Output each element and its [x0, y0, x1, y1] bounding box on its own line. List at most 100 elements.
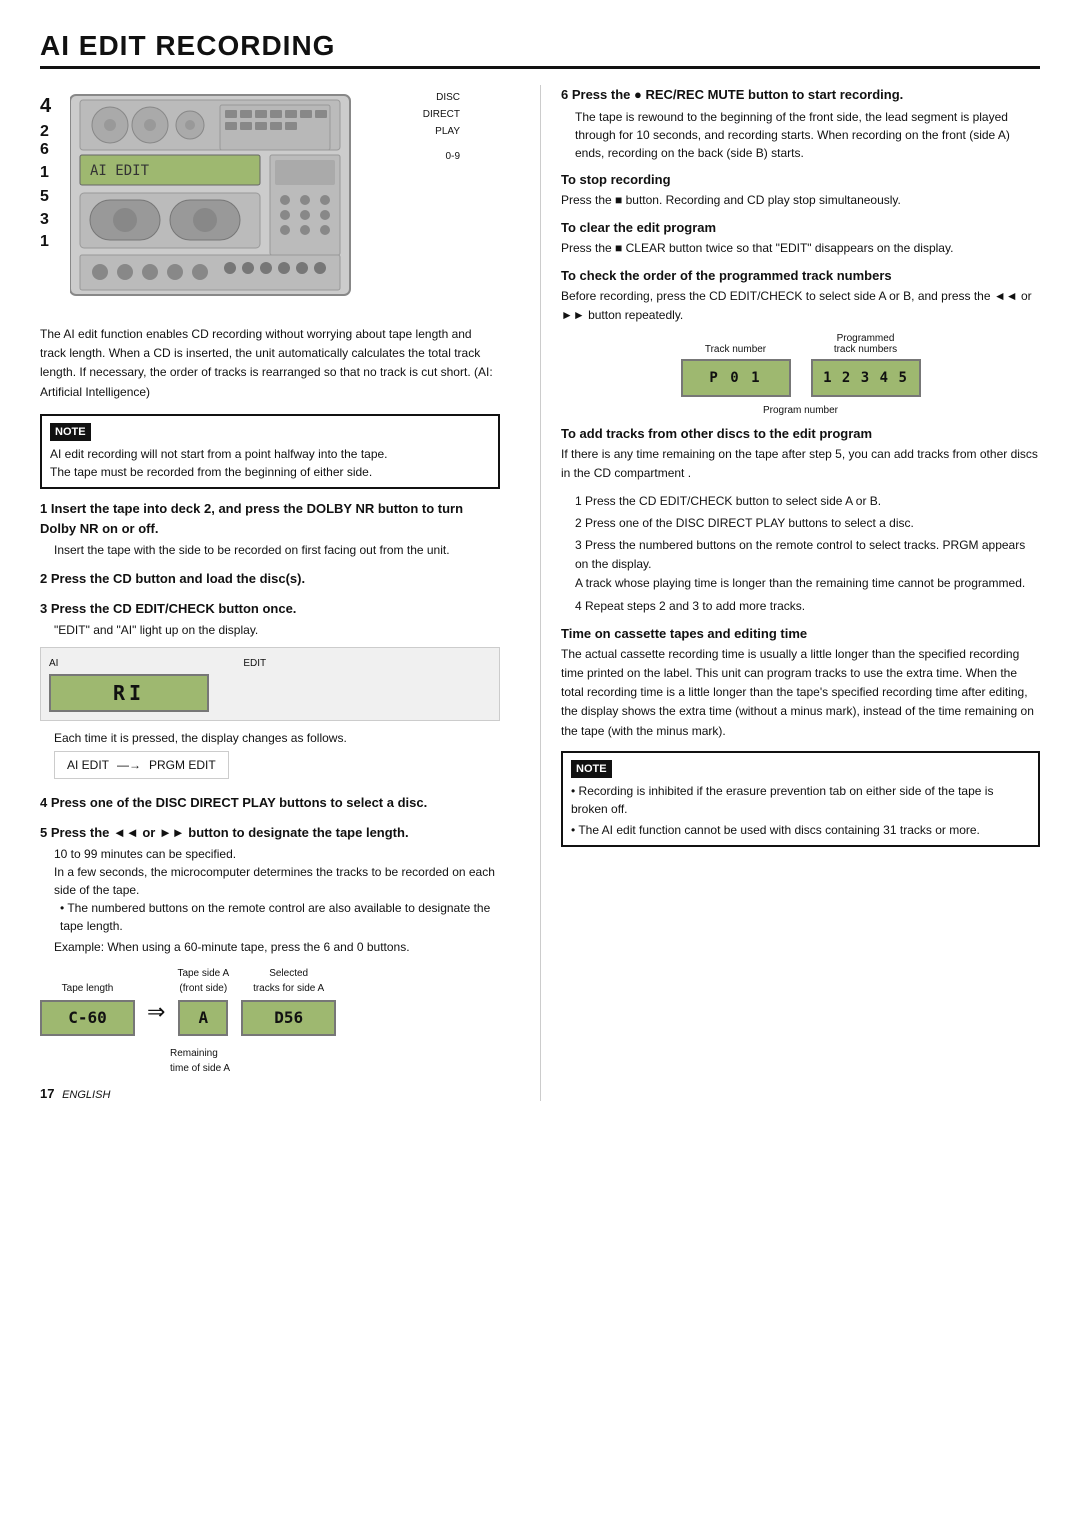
to-clear-body: Press the ■ CLEAR button twice so that "… — [561, 239, 1040, 258]
to-stop-body: Press the ■ button. Recording and CD pla… — [561, 191, 1040, 210]
tape-label-1: Tape length — [62, 981, 114, 996]
page-number: 17 — [40, 1086, 54, 1101]
tape-arrow: ⇒ — [147, 995, 165, 1028]
right-column: 6 Press the ● REC/REC MUTE button to sta… — [540, 85, 1040, 1101]
to-add-list: 1 Press the CD EDIT/CHECK button to sele… — [575, 492, 1040, 616]
step-1: 1 Insert the tape into deck 2, and press… — [40, 499, 500, 559]
prog-display-1: P 0 1 — [681, 359, 791, 397]
step-6: 6 Press the ● REC/REC MUTE button to sta… — [561, 85, 1040, 162]
label-disc: DISC — [423, 90, 460, 105]
left-column: 4 26 1 5 3 1 — [40, 85, 500, 1101]
prog-number-label: Program number — [561, 405, 1040, 416]
step-6-header: 6 Press the ● REC/REC MUTE button to sta… — [561, 85, 1040, 105]
note-line-1: AI edit recording will not start from a … — [50, 445, 490, 463]
step3-screen-area: RI — [49, 674, 491, 712]
tape-display-2: A — [178, 1000, 228, 1036]
page-title: AI EDIT RECORDING — [40, 30, 1040, 69]
to-add-section: To add tracks from other discs to the ed… — [561, 426, 1040, 616]
page-number-area: 17 ENGLISH — [40, 1086, 500, 1101]
device-diagram: 4 26 1 5 3 1 — [40, 85, 460, 315]
to-clear-header: To clear the edit program — [561, 220, 1040, 235]
to-clear-section: To clear the edit program Press the ■ CL… — [561, 220, 1040, 258]
prog-col-1: Track number P 0 1 — [681, 344, 791, 397]
tape-col-2: Tape side A (front side) A — [177, 966, 229, 1036]
note-title-2: NOTE — [571, 760, 612, 779]
note-line-2: The tape must be recorded from the begin… — [50, 463, 490, 481]
to-add-item-3: 3 Press the numbered buttons on the remo… — [575, 536, 1040, 594]
intro-text: The AI edit function enables CD recordin… — [40, 325, 500, 402]
flow-diagram: AI EDIT —→ PRGM EDIT — [54, 751, 229, 779]
num-4: 4 — [40, 95, 51, 117]
num-1: 1 — [40, 164, 51, 182]
label-play: PLAY — [423, 124, 460, 139]
step-3: 3 Press the CD EDIT/CHECK button once. "… — [40, 599, 500, 784]
step-4: 4 Press one of the DISC DIRECT PLAY butt… — [40, 793, 500, 813]
step-5-body3: Example: When using a 60-minute tape, pr… — [54, 938, 500, 956]
step-1-body: Insert the tape with the side to be reco… — [54, 541, 500, 559]
prog-display-2: 1 2 3 4 5 — [811, 359, 921, 397]
to-check-section: To check the order of the programmed tra… — [561, 268, 1040, 416]
note-box-2: NOTE • Recording is inhibited if the era… — [561, 751, 1040, 848]
tape-label-3: Selected tracks for side A — [253, 966, 324, 996]
prog-diagram: Track number P 0 1 Programmed track numb… — [561, 333, 1040, 397]
step-5-body2: In a few seconds, the microcomputer dete… — [54, 863, 500, 899]
flow-right: PRGM EDIT — [149, 756, 216, 774]
step3-flow-note: Each time it is pressed, the display cha… — [54, 729, 500, 747]
prog-label-track: Track number — [705, 344, 766, 355]
label-ai: AI — [49, 656, 58, 671]
step3-diagram: AI EDIT RI — [40, 647, 500, 721]
prog-label-prog: Programmed track numbers — [834, 333, 897, 355]
num-1b: 1 — [40, 233, 51, 251]
time-body: The actual cassette recording time is us… — [561, 645, 1040, 741]
step-5-bullet1: • The numbered buttons on the remote con… — [60, 899, 500, 935]
tape-display-3: D56 — [241, 1000, 336, 1036]
step-5-header: 5 Press the ◄◄ or ►► button to designate… — [40, 823, 500, 843]
note2-bullet-2: • The AI edit function cannot be used wi… — [571, 821, 1030, 839]
tape-diagram: Tape length C-60 ⇒ Tape side A (front si… — [40, 966, 500, 1036]
tape-col-3: Selected tracks for side A D56 — [241, 966, 336, 1036]
to-add-item-4: 4 Repeat steps 2 and 3 to add more track… — [575, 597, 1040, 616]
num-2-6: 26 — [40, 123, 51, 158]
to-stop-header: To stop recording — [561, 172, 1040, 187]
to-add-item-2: 2 Press one of the DISC DIRECT PLAY butt… — [575, 514, 1040, 533]
step-2: 2 Press the CD button and load the disc(… — [40, 569, 500, 589]
step-5: 5 Press the ◄◄ or ►► button to designate… — [40, 823, 500, 1077]
num-3: 3 — [40, 211, 51, 229]
label-direct: DIRECT — [423, 107, 460, 122]
diagram-numbers: 4 26 1 5 3 1 — [40, 95, 51, 251]
note2-bullet-1: • Recording is inhibited if the erasure … — [571, 782, 1030, 818]
to-add-item-1: 1 Press the CD EDIT/CHECK button to sele… — [575, 492, 1040, 511]
prog-col-2: Programmed track numbers 1 2 3 4 5 — [811, 333, 921, 397]
note-box-1: NOTE AI edit recording will not start fr… — [40, 414, 500, 490]
step-4-header: 4 Press one of the DISC DIRECT PLAY butt… — [40, 793, 500, 813]
step-2-header: 2 Press the CD button and load the disc(… — [40, 569, 500, 589]
step-3-header: 3 Press the CD EDIT/CHECK button once. — [40, 599, 500, 619]
device-svg: AI EDIT — [70, 85, 400, 305]
step3-diagram-labels: AI EDIT — [49, 656, 491, 671]
to-check-body: Before recording, press the CD EDIT/CHEC… — [561, 287, 1040, 325]
step3-display: RI — [49, 674, 209, 712]
step-6-body: The tape is rewound to the beginning of … — [575, 108, 1040, 162]
device-svg-wrapper: AI EDIT — [70, 85, 400, 305]
num-5: 5 — [40, 188, 51, 206]
to-check-header: To check the order of the programmed tra… — [561, 268, 1040, 283]
step-3-body: "EDIT" and "AI" light up on the display. — [54, 621, 500, 639]
tape-remaining-label: Remainingtime of side A — [170, 1046, 500, 1076]
step-5-body1: 10 to 99 minutes can be specified. — [54, 845, 500, 863]
to-stop-section: To stop recording Press the ■ button. Re… — [561, 172, 1040, 210]
flow-left: AI EDIT — [67, 756, 109, 774]
to-add-intro: If there is any time remaining on the ta… — [561, 445, 1040, 483]
time-header: Time on cassette tapes and editing time — [561, 626, 1040, 641]
tape-label-2: Tape side A (front side) — [177, 966, 229, 996]
flow-arrow: —→ — [117, 756, 141, 774]
note-title-1: NOTE — [50, 423, 91, 442]
page-container: AI EDIT RECORDING 4 26 1 5 3 1 — [40, 30, 1040, 1101]
diagram-right-labels: DISC DIRECT PLAY 0-9 — [423, 90, 460, 164]
tape-display-1: C-60 — [40, 1000, 135, 1036]
label-edit: EDIT — [243, 656, 266, 671]
to-add-header: To add tracks from other discs to the ed… — [561, 426, 1040, 441]
label-0-9: 0-9 — [423, 149, 460, 164]
time-section: Time on cassette tapes and editing time … — [561, 626, 1040, 741]
language-label: ENGLISH — [62, 1089, 110, 1101]
svg-text:AI EDIT: AI EDIT — [90, 163, 150, 179]
